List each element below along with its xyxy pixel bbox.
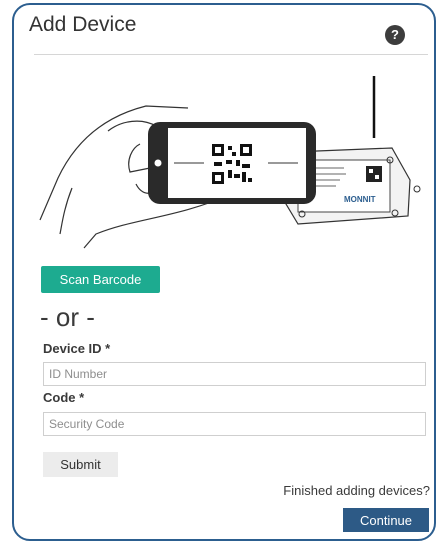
finished-adding-text: Finished adding devices? xyxy=(283,483,430,498)
device-id-label: Device ID * xyxy=(43,341,111,356)
help-icon[interactable]: ? xyxy=(385,25,405,45)
code-label: Code * xyxy=(43,390,85,405)
device-id-input[interactable] xyxy=(43,362,426,386)
submit-button[interactable]: Submit xyxy=(43,452,118,477)
continue-button[interactable]: Continue xyxy=(343,508,429,532)
phone-device xyxy=(148,122,316,204)
page-title: Add Device xyxy=(29,13,137,36)
security-code-input[interactable] xyxy=(43,412,426,436)
or-separator: - or - xyxy=(40,302,95,332)
scan-barcode-button[interactable]: Scan Barcode xyxy=(41,266,160,293)
header-divider xyxy=(34,54,428,55)
scan-illustration: MONNIT xyxy=(39,76,421,249)
brand-label: MONNIT xyxy=(344,195,376,204)
qr-code-icon xyxy=(210,142,254,186)
